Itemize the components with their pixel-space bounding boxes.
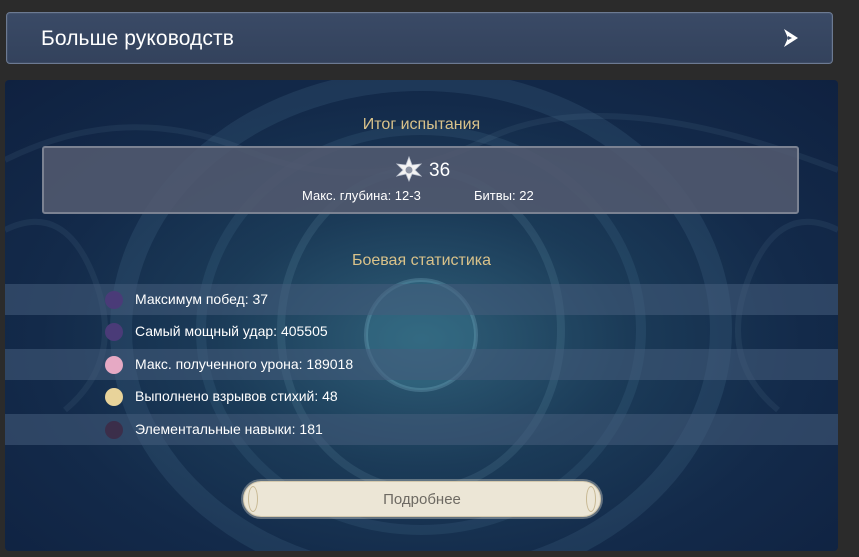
stat-text: Максимум побед: 37 xyxy=(135,291,269,307)
character-avatar xyxy=(105,356,123,374)
battle-stats-title: Боевая статистика xyxy=(351,252,492,269)
max-depth-label: Макс. глубина: 12-3 xyxy=(302,188,421,203)
stat-text: Самый мощный удар: 405505 xyxy=(135,323,328,339)
details-button[interactable]: Подробнее xyxy=(243,481,601,517)
stat-text: Макс. полученного урона: 189018 xyxy=(135,356,354,372)
more-guides-title: Больше руководств xyxy=(41,27,234,50)
stat-text: Выполнено взрывов стихий: 48 xyxy=(135,388,338,404)
stat-row-elemental-bursts: Выполнено взрывов стихий: 48 xyxy=(5,381,838,412)
character-avatar xyxy=(105,421,123,439)
character-avatar xyxy=(105,388,123,406)
more-guides-button[interactable]: Больше руководств xyxy=(6,12,833,64)
stat-row-max-wins: Максимум побед: 37 xyxy=(5,284,838,315)
summary-title: Итог испытания xyxy=(362,116,481,133)
summary-box: 36 Макс. глубина: 12-3 Битвы: 22 xyxy=(42,146,799,214)
character-avatar xyxy=(105,323,123,341)
star-count: 36 xyxy=(429,160,451,181)
stat-row-elemental-skills: Элементальные навыки: 181 xyxy=(5,414,838,445)
stat-text: Элементальные навыки: 181 xyxy=(135,421,323,437)
arrow-right-icon xyxy=(784,29,798,47)
abyss-summary-panel: Итог испытания 36 Макс. глубина: 12-3 Би… xyxy=(5,80,838,551)
button-right-ornament xyxy=(586,486,596,512)
battles-label: Битвы: 22 xyxy=(474,188,534,203)
details-button-label: Подробнее xyxy=(383,491,461,508)
stat-row-strongest-hit: Самый мощный удар: 405505 xyxy=(5,316,838,347)
abyss-star-icon xyxy=(396,156,422,182)
character-avatar xyxy=(105,291,123,309)
stat-row-most-damage-taken: Макс. полученного урона: 189018 xyxy=(5,349,838,380)
